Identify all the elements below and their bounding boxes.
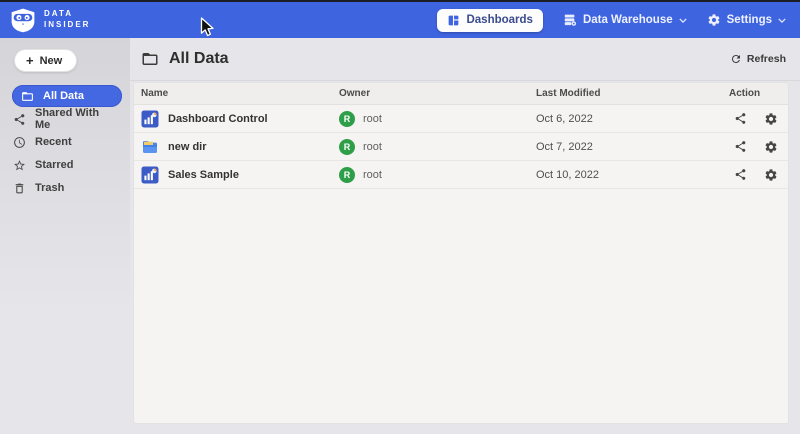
main-content: All Data Refresh Name Owner Last Modifie… [130,38,800,434]
nav-data-warehouse-label: Data Warehouse [583,14,673,26]
database-icon [563,13,577,27]
chevron-down-icon [778,18,786,23]
folder-icon [141,50,159,68]
share-icon [13,113,26,126]
brand-logo: DATA INSIDER [10,7,90,33]
file-name: Dashboard Control [168,113,268,125]
sidebar-item-all-data[interactable]: All Data [12,85,122,107]
sidebar-item-label: Recent [35,136,72,148]
column-header-last-modified[interactable]: Last Modified [536,88,729,99]
clock-icon [13,136,26,149]
table-header: Name Owner Last Modified Action [134,83,788,105]
star-icon [13,159,26,172]
settings-button[interactable] [764,168,778,182]
owner-name: root [363,113,382,125]
sidebar-item-label: Starred [35,159,74,171]
nav-settings-label: Settings [727,14,772,26]
owner-name: root [363,141,382,153]
dashboard-icon [447,14,460,27]
sidebar-nav: All Data Shared With Me Recent Starred [0,85,130,199]
nav-dashboards-label: Dashboards [466,14,532,26]
sidebar-item-shared-with-me[interactable]: Shared With Me [12,108,122,130]
nav-data-warehouse-button[interactable]: Data Warehouse [563,13,687,27]
trash-icon [13,182,26,195]
file-table: Name Owner Last Modified Action Dashboar… [133,82,789,424]
share-button[interactable] [734,140,747,153]
sidebar-item-starred[interactable]: Starred [12,154,122,176]
table-row[interactable]: new dir R root Oct 7, 2022 [134,133,788,161]
column-header-owner[interactable]: Owner [339,88,536,99]
page-title: All Data [169,50,229,68]
nav-dashboards-button[interactable]: Dashboards [437,9,542,32]
dashboard-file-icon [141,110,159,128]
new-button[interactable]: + New [14,49,77,72]
file-name: Sales Sample [168,169,239,181]
table-row[interactable]: Dashboard Control R root Oct 6, 2022 [134,105,788,133]
topbar: DATA INSIDER Dashboards [0,2,800,38]
owner-name: root [363,169,382,181]
share-button[interactable] [734,168,747,181]
sidebar-item-recent[interactable]: Recent [12,131,122,153]
last-modified-date: Oct 10, 2022 [536,169,729,181]
dashboard-file-icon [141,166,159,184]
owner-avatar: R [339,111,355,127]
refresh-button[interactable]: Refresh [730,53,786,65]
sidebar-item-trash[interactable]: Trash [12,177,122,199]
refresh-icon [730,53,742,65]
new-button-label: New [40,55,63,67]
column-header-action: Action [729,88,788,99]
plus-icon: + [26,54,34,67]
sidebar-item-label: Trash [35,182,64,194]
folder-icon [21,90,34,103]
page-header: All Data Refresh [130,38,800,81]
table-body: Dashboard Control R root Oct 6, 2022 [134,105,788,189]
sidebar: + New All Data Shared With Me Recen [0,38,130,434]
owner-avatar: R [339,167,355,183]
owl-logo-icon [10,7,36,33]
last-modified-date: Oct 7, 2022 [536,141,729,153]
gear-icon [707,13,721,27]
chevron-down-icon [679,18,687,23]
sidebar-item-label: Shared With Me [35,107,114,131]
last-modified-date: Oct 6, 2022 [536,113,729,125]
settings-button[interactable] [764,112,778,126]
owner-avatar: R [339,139,355,155]
nav-settings-button[interactable]: Settings [707,13,786,27]
refresh-label: Refresh [747,53,786,65]
settings-button[interactable] [764,140,778,154]
file-name: new dir [168,141,207,153]
sidebar-item-label: All Data [43,90,84,102]
table-row[interactable]: Sales Sample R root Oct 10, 2022 [134,161,788,189]
share-button[interactable] [734,112,747,125]
folder-file-icon [141,138,159,156]
top-navigation: Dashboards Data Warehouse [437,9,786,32]
column-header-name[interactable]: Name [141,88,339,99]
brand-name: DATA INSIDER [44,9,90,31]
